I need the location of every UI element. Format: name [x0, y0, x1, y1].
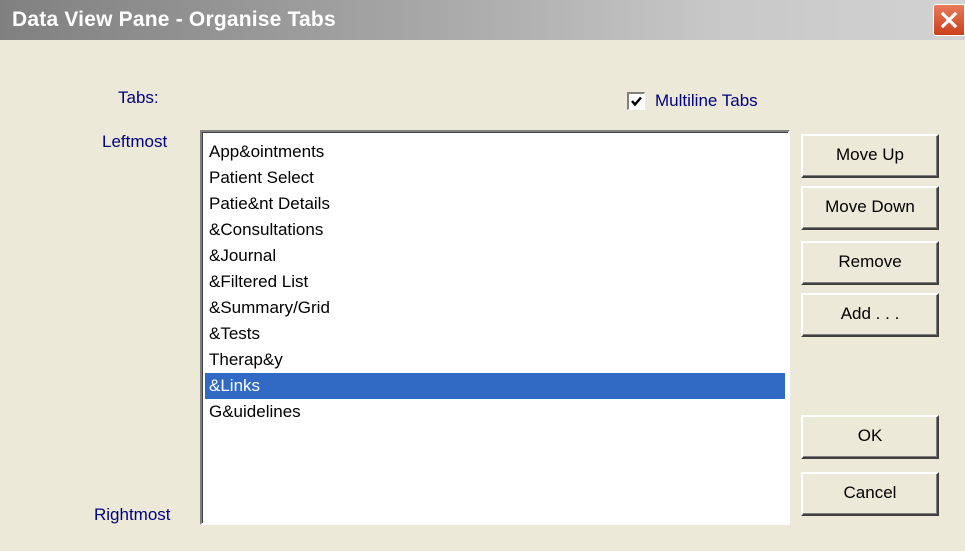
remove-button[interactable]: Remove: [801, 241, 939, 285]
move-up-button[interactable]: Move Up: [801, 134, 939, 178]
list-item[interactable]: &Journal: [205, 243, 785, 269]
move-down-button[interactable]: Move Down: [801, 186, 939, 230]
tabs-label: Tabs:: [118, 88, 159, 107]
list-item[interactable]: Patie&nt Details: [205, 191, 785, 217]
organise-tabs-dialog: Data View Pane - Organise Tabs Tabs: Mul…: [0, 0, 965, 551]
close-button[interactable]: [933, 4, 965, 36]
multiline-tabs-checkbox[interactable]: Multiline Tabs: [627, 91, 758, 111]
rightmost-label: Rightmost: [94, 505, 171, 524]
list-item[interactable]: G&uidelines: [205, 399, 785, 425]
list-item[interactable]: Therap&y: [205, 347, 785, 373]
add-button[interactable]: Add . . .: [801, 293, 939, 337]
window-title: Data View Pane - Organise Tabs: [12, 8, 336, 31]
list-item[interactable]: Patient Select: [205, 165, 785, 191]
list-item-selected[interactable]: &Links: [205, 373, 785, 399]
list-item[interactable]: &Consultations: [205, 217, 785, 243]
list-item[interactable]: &Tests: [205, 321, 785, 347]
list-item[interactable]: &Filtered List: [205, 269, 785, 295]
multiline-tabs-label: Multiline Tabs: [655, 91, 758, 110]
list-item[interactable]: App&ointments: [205, 139, 785, 165]
checkmark-icon: [631, 96, 642, 107]
title-bar[interactable]: Data View Pane - Organise Tabs: [0, 0, 965, 40]
tabs-list: App&ointments Patient Select Patie&nt De…: [205, 139, 785, 425]
ok-button[interactable]: OK: [801, 415, 939, 459]
checkbox-box[interactable]: [627, 92, 645, 110]
cancel-button[interactable]: Cancel: [801, 472, 939, 516]
tabs-listbox[interactable]: App&ointments Patient Select Patie&nt De…: [200, 130, 790, 525]
list-item[interactable]: &Summary/Grid: [205, 295, 785, 321]
leftmost-label: Leftmost: [102, 132, 168, 151]
